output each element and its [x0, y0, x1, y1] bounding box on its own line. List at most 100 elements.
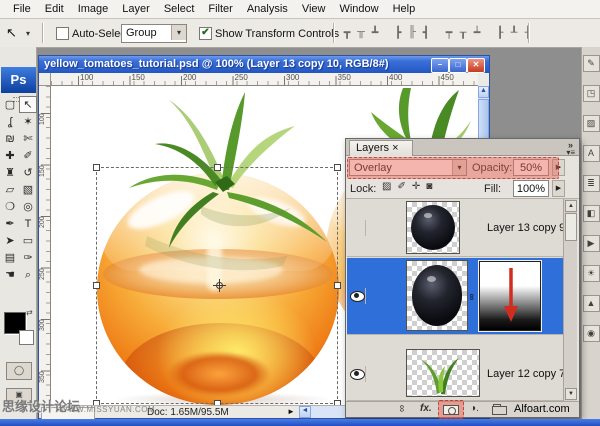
- dock-panel-icon[interactable]: ☀: [583, 265, 600, 282]
- dock-panel-icon[interactable]: ≣: [583, 175, 600, 192]
- pen-tool[interactable]: ✒: [1, 215, 19, 232]
- eraser-tool[interactable]: ▱: [1, 181, 19, 198]
- layer-name[interactable]: Layer 13 copy 9: [487, 222, 563, 234]
- transform-handle-bottom-center[interactable]: [214, 400, 221, 405]
- transform-handle-top-center[interactable]: [214, 164, 221, 171]
- transform-reference-point[interactable]: [213, 279, 226, 292]
- layer-thumbnail[interactable]: [406, 349, 480, 397]
- dock-panel-icon[interactable]: ▶: [583, 235, 600, 252]
- scroll-up-icon[interactable]: ▲: [565, 200, 577, 212]
- chevron-down-icon[interactable]: ▾: [171, 25, 186, 40]
- menu-item[interactable]: View: [295, 1, 333, 17]
- gradient-tool[interactable]: ▧: [19, 181, 37, 198]
- move-tool-icon[interactable]: ↖: [6, 25, 17, 41]
- rectangular-marquee-tool[interactable]: ▢: [1, 96, 19, 113]
- transform-handle-top-right[interactable]: [334, 164, 341, 171]
- menu-item[interactable]: Help: [386, 1, 423, 17]
- transform-handle-top-left[interactable]: [93, 164, 100, 171]
- brush-tool[interactable]: ✐: [19, 147, 37, 164]
- menu-item[interactable]: Select: [157, 1, 202, 17]
- align-button[interactable]: ┯: [442, 26, 456, 39]
- lock-button[interactable]: ▨: [382, 181, 391, 192]
- swap-colors-icon[interactable]: ⇄: [26, 308, 33, 317]
- maximize-button[interactable]: □: [449, 58, 467, 73]
- path-selection-tool[interactable]: ➤: [1, 232, 19, 249]
- layer-name[interactable]: Layer 12 copy 7: [487, 368, 563, 380]
- auto-select-checkbox[interactable]: [56, 27, 69, 40]
- menu-item[interactable]: Filter: [201, 1, 239, 17]
- new-group-icon[interactable]: [492, 406, 507, 415]
- fill-slider-arrow[interactable]: ▶: [552, 180, 565, 197]
- tool-preset-dropdown-icon[interactable]: ▾: [26, 29, 30, 38]
- quick-mask-mode-button[interactable]: ◯: [6, 362, 32, 380]
- shape-tool[interactable]: ▭: [19, 232, 37, 249]
- layer-row[interactable]: Layer 12 copy 7: [347, 346, 563, 401]
- add-layer-mask-icon[interactable]: [443, 405, 459, 415]
- menu-item[interactable]: Edit: [38, 1, 71, 17]
- menu-item[interactable]: File: [6, 1, 38, 17]
- layer-list-scrollbar[interactable]: ▲ ▼: [563, 199, 577, 401]
- notes-tool[interactable]: ▤: [1, 249, 19, 266]
- visibility-toggle[interactable]: [349, 366, 366, 382]
- transform-handle-middle-left[interactable]: [93, 282, 100, 289]
- align-button[interactable]: ╥: [354, 26, 368, 39]
- fill-value-field[interactable]: 100%: [513, 180, 549, 197]
- transform-handle-middle-right[interactable]: [334, 282, 341, 289]
- status-flyout-arrow[interactable]: ►: [287, 407, 295, 416]
- lock-button[interactable]: ✐: [397, 181, 405, 192]
- align-button[interactable]: ┣: [391, 26, 405, 39]
- dodge-tool[interactable]: ◎: [19, 198, 37, 215]
- history-brush-tool[interactable]: ↺: [19, 164, 37, 181]
- menu-item[interactable]: Layer: [115, 1, 157, 17]
- align-button[interactable]: ┰: [456, 26, 470, 39]
- layer-row[interactable]: Layer 13 copy 9: [347, 199, 563, 257]
- minimize-button[interactable]: –: [431, 58, 449, 73]
- layer-row-selected[interactable]: ∞: [347, 258, 563, 335]
- menu-item[interactable]: Image: [71, 1, 116, 17]
- align-button[interactable]: ┳: [340, 26, 354, 39]
- type-tool[interactable]: T: [19, 215, 37, 232]
- clone-stamp-tool[interactable]: ♜: [1, 164, 19, 181]
- document-title-bar[interactable]: yellow_tomatoes_tutorial.psd @ 100% (Lay…: [39, 56, 489, 73]
- zoom-tool[interactable]: ⌕: [19, 266, 37, 283]
- layer-mask-thumbnail[interactable]: [479, 261, 541, 331]
- menu-item[interactable]: Analysis: [240, 1, 295, 17]
- layers-tab[interactable]: Layers ×: [349, 140, 413, 156]
- align-button[interactable]: ╟: [405, 26, 419, 39]
- blur-tool[interactable]: ❍: [1, 198, 19, 215]
- lasso-tool[interactable]: ʆ: [1, 113, 19, 130]
- lock-button[interactable]: ✛: [412, 181, 420, 192]
- align-button[interactable]: ┷: [470, 26, 484, 39]
- dock-panel-icon[interactable]: ▲: [583, 295, 600, 312]
- show-transform-controls-checkbox[interactable]: ✔: [199, 27, 212, 40]
- dock-panel-icon[interactable]: ▨: [583, 115, 600, 132]
- dock-panel-icon[interactable]: ◳: [583, 85, 600, 102]
- adjustment-layer-icon[interactable]: ◑.: [470, 403, 479, 414]
- align-button[interactable]: ┫: [419, 26, 433, 39]
- magic-wand-tool[interactable]: ✶: [19, 113, 37, 130]
- lock-button[interactable]: ◙: [426, 181, 432, 192]
- layer-thumbnail[interactable]: [406, 260, 468, 331]
- scroll-left-icon[interactable]: ◄: [299, 406, 311, 418]
- layer-thumbnail[interactable]: [406, 201, 460, 254]
- eyedropper-tool[interactable]: ✑: [19, 249, 37, 266]
- spot-healing-brush-tool[interactable]: ✚: [1, 147, 19, 164]
- link-layers-icon[interactable]: ∞: [396, 405, 407, 412]
- crop-tool[interactable]: ₪: [1, 130, 19, 147]
- dock-panel-icon[interactable]: ◧: [583, 205, 600, 222]
- auto-select-mode-dropdown[interactable]: Group ▾: [121, 24, 187, 43]
- slice-tool[interactable]: ✄: [19, 130, 37, 147]
- scroll-up-icon[interactable]: ▲: [478, 86, 489, 98]
- dock-panel-icon[interactable]: A: [583, 145, 600, 162]
- scroll-thumb[interactable]: [565, 213, 577, 241]
- layer-style-icon[interactable]: fx.: [420, 403, 432, 414]
- align-button[interactable]: ┻: [368, 26, 382, 39]
- hand-tool[interactable]: ☚: [1, 266, 19, 283]
- align-button[interactable]: ┸: [507, 26, 521, 39]
- align-button[interactable]: ┠: [493, 26, 507, 39]
- menu-item[interactable]: Window: [332, 1, 385, 17]
- move-tool[interactable]: ↖: [19, 96, 37, 113]
- scroll-down-icon[interactable]: ▼: [565, 388, 577, 400]
- visibility-toggle[interactable]: [349, 288, 366, 304]
- visibility-toggle[interactable]: [349, 220, 366, 236]
